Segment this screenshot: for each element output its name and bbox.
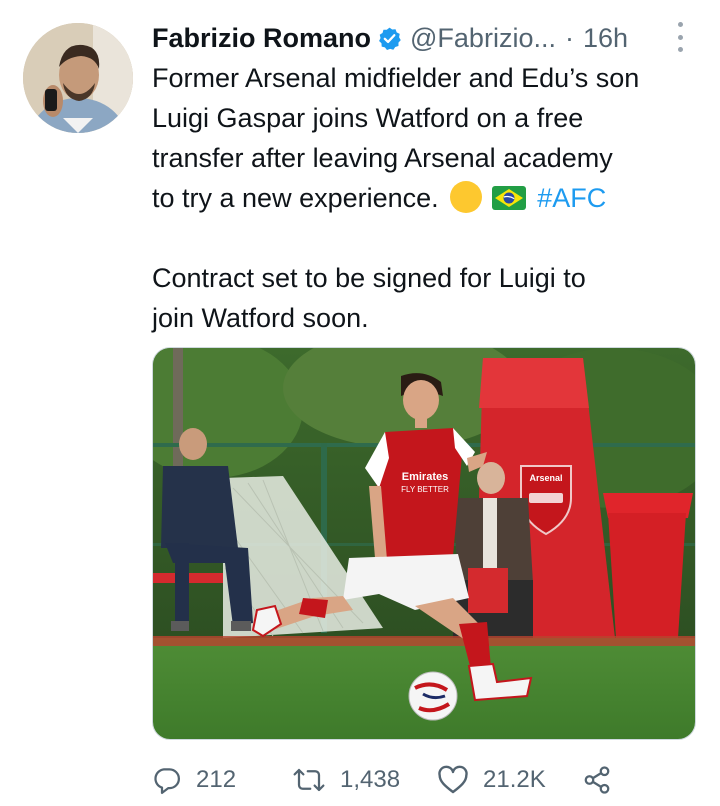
yellow-circle-emoji-icon	[450, 181, 483, 213]
stand-crest-text: Arsenal	[529, 473, 562, 483]
jersey-sponsor-text: Emirates	[402, 471, 448, 483]
tweet-text-line: Former Arsenal midfielder and Edu’s son	[152, 63, 640, 93]
media-photo-scene: Arsenal Emirates FLY BETTER	[153, 348, 695, 739]
hashtag-link[interactable]: #AFC	[537, 183, 606, 213]
share-button[interactable]	[582, 765, 612, 795]
tweet-text-segment: to try a new experience.	[152, 183, 439, 213]
reply-icon	[152, 765, 182, 795]
brazil-flag-emoji-icon	[491, 186, 526, 210]
retweet-count: 1,438	[340, 766, 401, 793]
author-display-name[interactable]: Fabrizio Romano	[152, 23, 371, 54]
retweet-button[interactable]: 1,438	[292, 765, 437, 795]
author-avatar[interactable]	[23, 23, 133, 133]
header-separator: ·	[564, 22, 574, 53]
like-button[interactable]: 21.2K	[437, 765, 582, 795]
tweet-actions: 212 1,438 21.2K	[152, 758, 712, 802]
reply-count: 212	[196, 766, 237, 793]
tweet-text: Former Arsenal midfielder and Edu’s son …	[152, 58, 712, 338]
share-icon	[582, 765, 612, 795]
tweet-media-photo[interactable]: Arsenal Emirates FLY BETTER	[152, 347, 696, 740]
jersey-sponsor-subtext: FLY BETTER	[401, 485, 449, 494]
heart-icon	[437, 765, 469, 795]
football-icon	[408, 671, 458, 721]
tweet-header: Fabrizio Romano @Fabrizio... · 16h	[152, 18, 692, 58]
retweet-icon	[292, 765, 326, 795]
author-handle[interactable]: @Fabrizio...	[410, 23, 556, 54]
more-options-icon[interactable]	[672, 22, 688, 52]
tweet-text-line: Luigi Gaspar joins Watford on a free	[152, 103, 584, 133]
avatar-image	[23, 23, 133, 133]
tweet-text-line: Contract set to be signed for Luigi to	[152, 263, 586, 293]
verified-badge-icon	[377, 26, 402, 51]
tweet-timestamp[interactable]: 16h	[583, 23, 628, 54]
tweet-text-line: transfer after leaving Arsenal academy	[152, 143, 613, 173]
tweet-text-line: join Watford soon.	[152, 303, 369, 333]
like-count: 21.2K	[483, 766, 546, 793]
reply-button[interactable]: 212	[152, 765, 292, 795]
tweet-text-line: to try a new experience. #AFC	[152, 178, 712, 218]
